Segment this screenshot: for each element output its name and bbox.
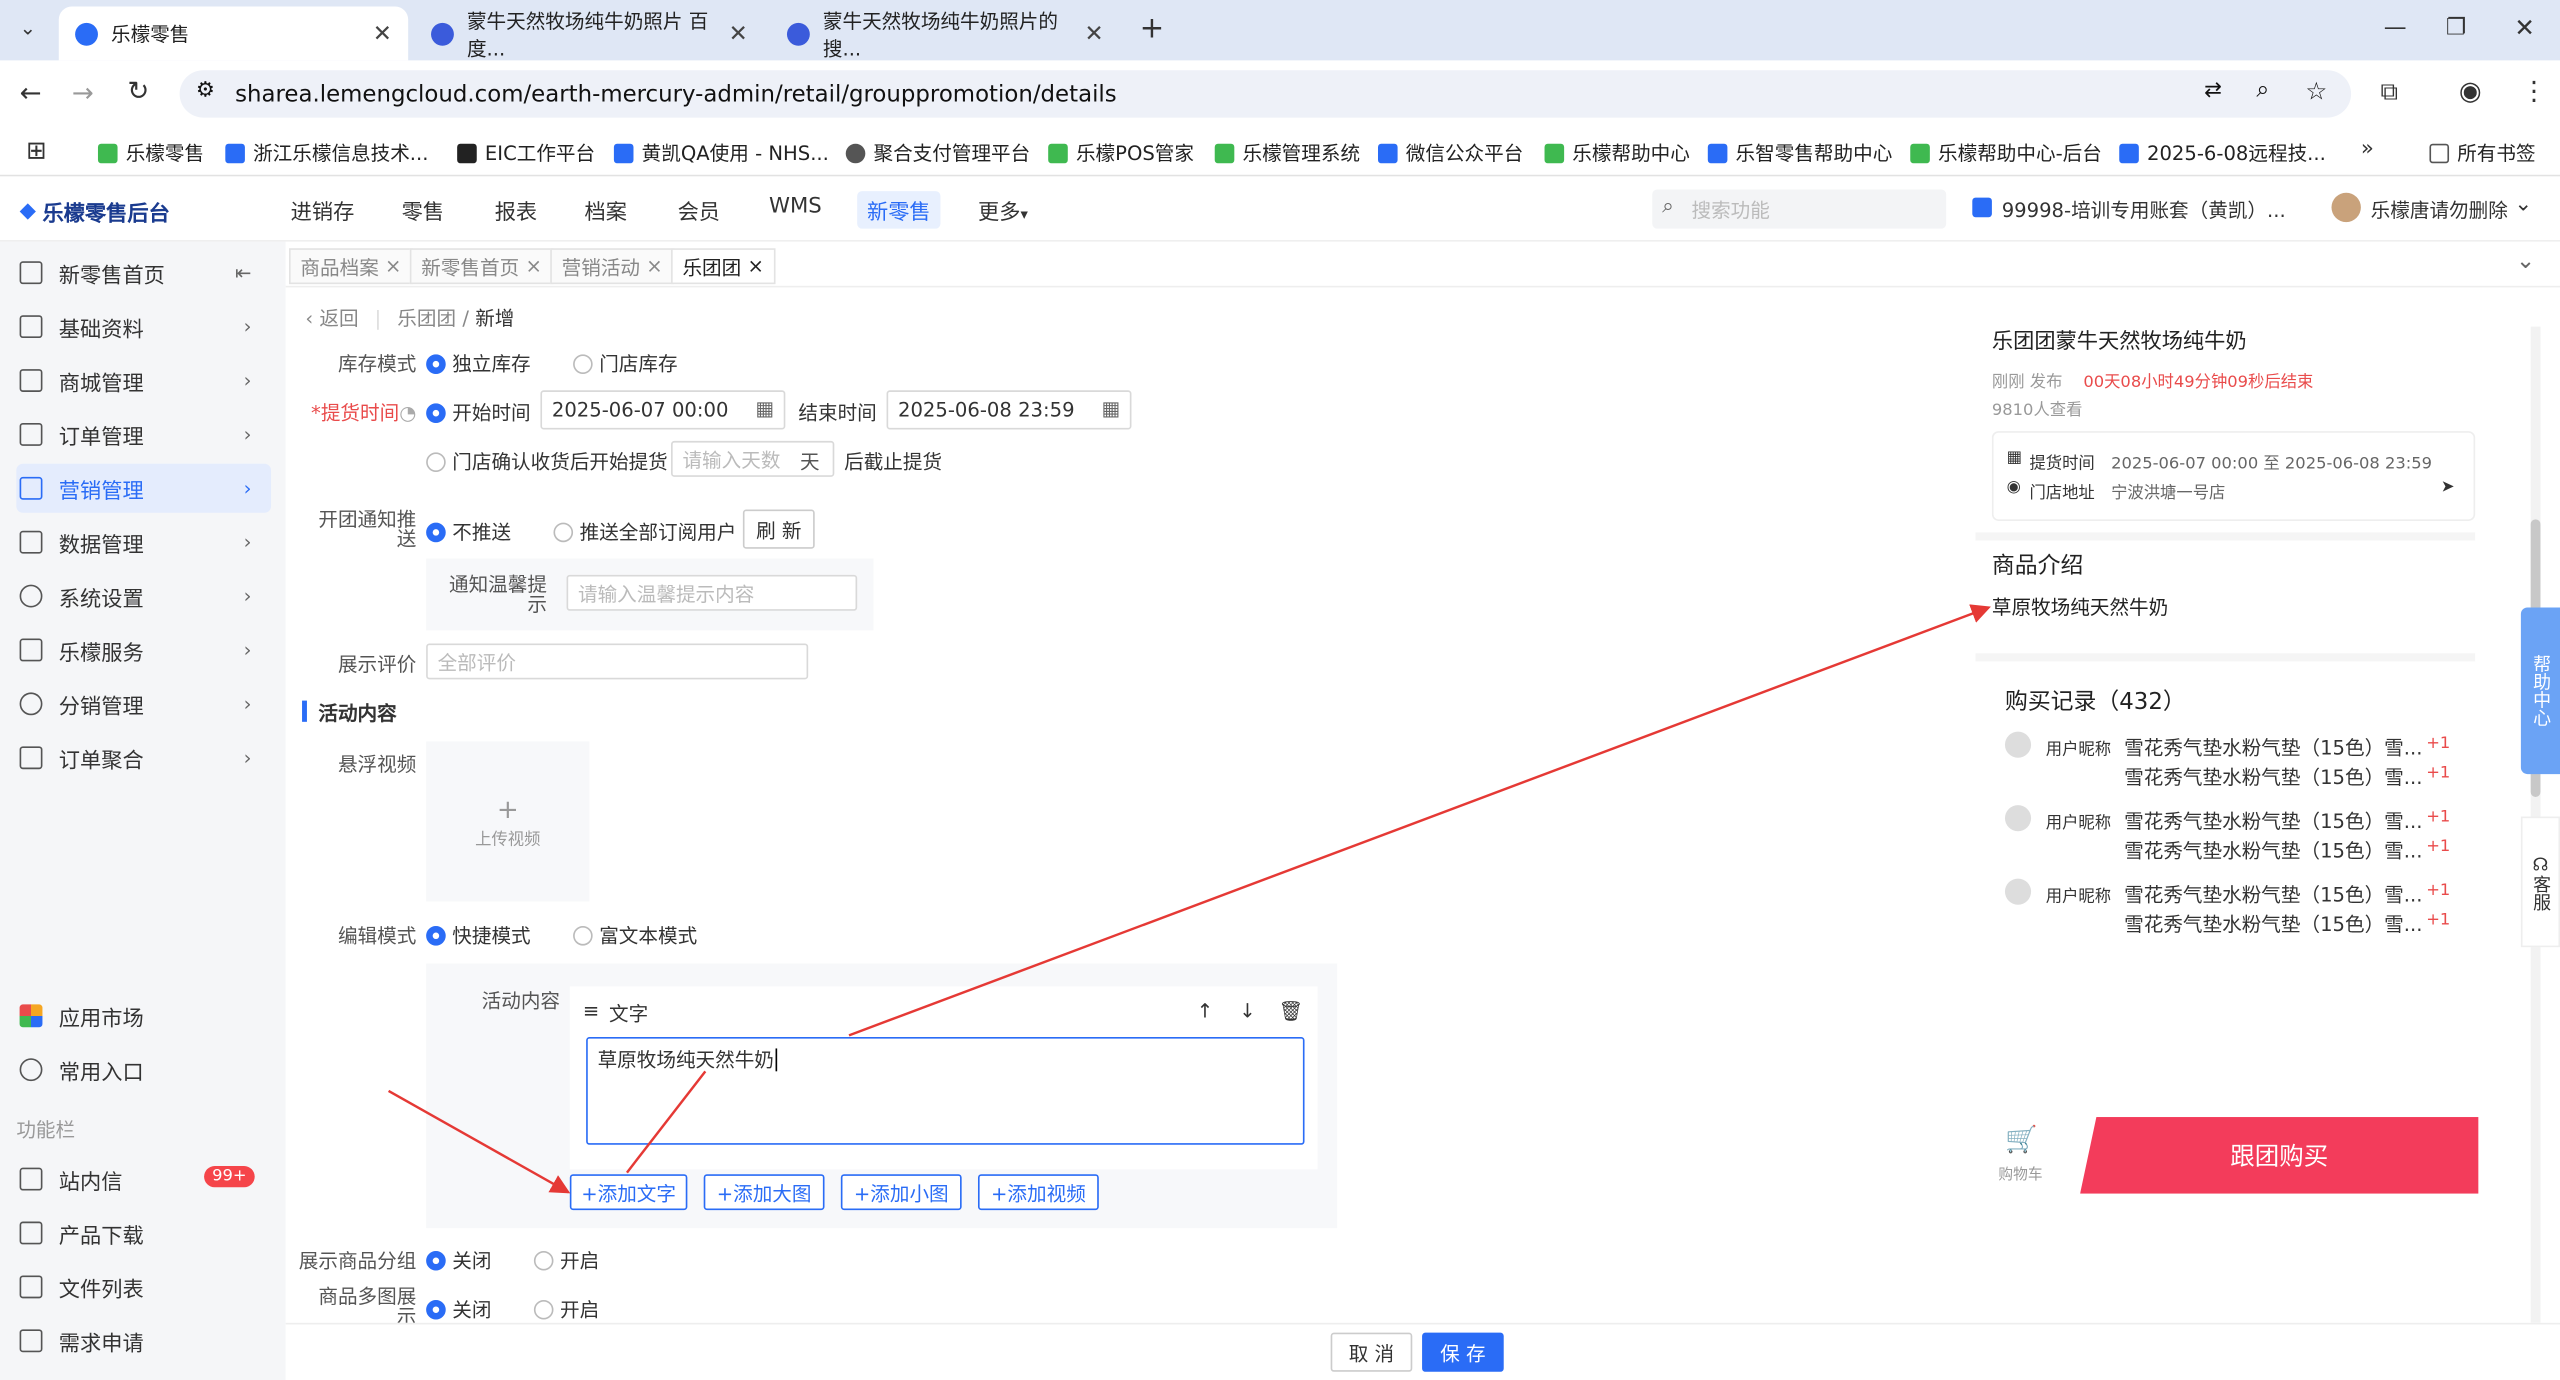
annotation-arrows — [387, 604, 1991, 1194]
annotation-arrow — [387, 1089, 571, 1194]
annotation-line — [625, 1070, 707, 1174]
annotation-arrow — [848, 604, 1991, 1037]
